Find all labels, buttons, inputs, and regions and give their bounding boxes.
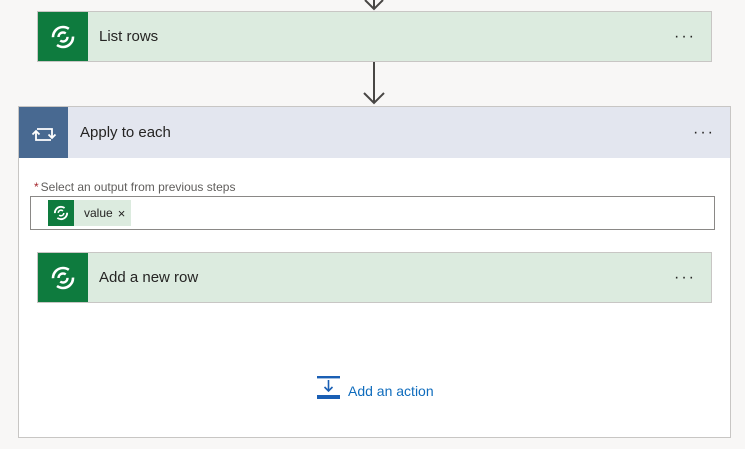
remove-token-button[interactable]: × [118, 206, 132, 221]
loop-icon [19, 107, 68, 158]
connector-arrow [361, 62, 387, 106]
more-options-button[interactable]: ··· [678, 107, 730, 158]
add-an-action-label: Add an action [348, 382, 434, 399]
dataverse-icon [38, 12, 88, 61]
add-action-icon [316, 376, 341, 405]
dataverse-icon [38, 253, 88, 302]
add-an-action-button[interactable]: Add an action [316, 376, 434, 405]
more-options-button[interactable]: ··· [659, 253, 711, 302]
step-card-add-a-new-row[interactable]: Add a new row ··· [37, 252, 712, 303]
required-marker: * [34, 180, 39, 194]
step-title: List rows [99, 28, 159, 45]
dataverse-icon [48, 200, 74, 226]
select-output-label-text: Select an output from previous steps [40, 180, 236, 194]
apply-to-each-header[interactable]: Apply to each ··· [19, 107, 730, 158]
select-output-label: * Select an output from previous steps [34, 180, 235, 194]
apply-to-each-container: Apply to each ··· * Select an output from… [18, 106, 731, 438]
select-output-input[interactable]: value × [30, 196, 715, 230]
token-label: value [84, 206, 113, 220]
step-title: Add a new row [99, 269, 199, 286]
dynamic-content-token[interactable]: value × [48, 200, 132, 226]
step-card-list-rows[interactable]: List rows ··· [37, 11, 712, 62]
more-options-button[interactable]: ··· [659, 12, 711, 61]
step-title: Apply to each [80, 124, 171, 141]
